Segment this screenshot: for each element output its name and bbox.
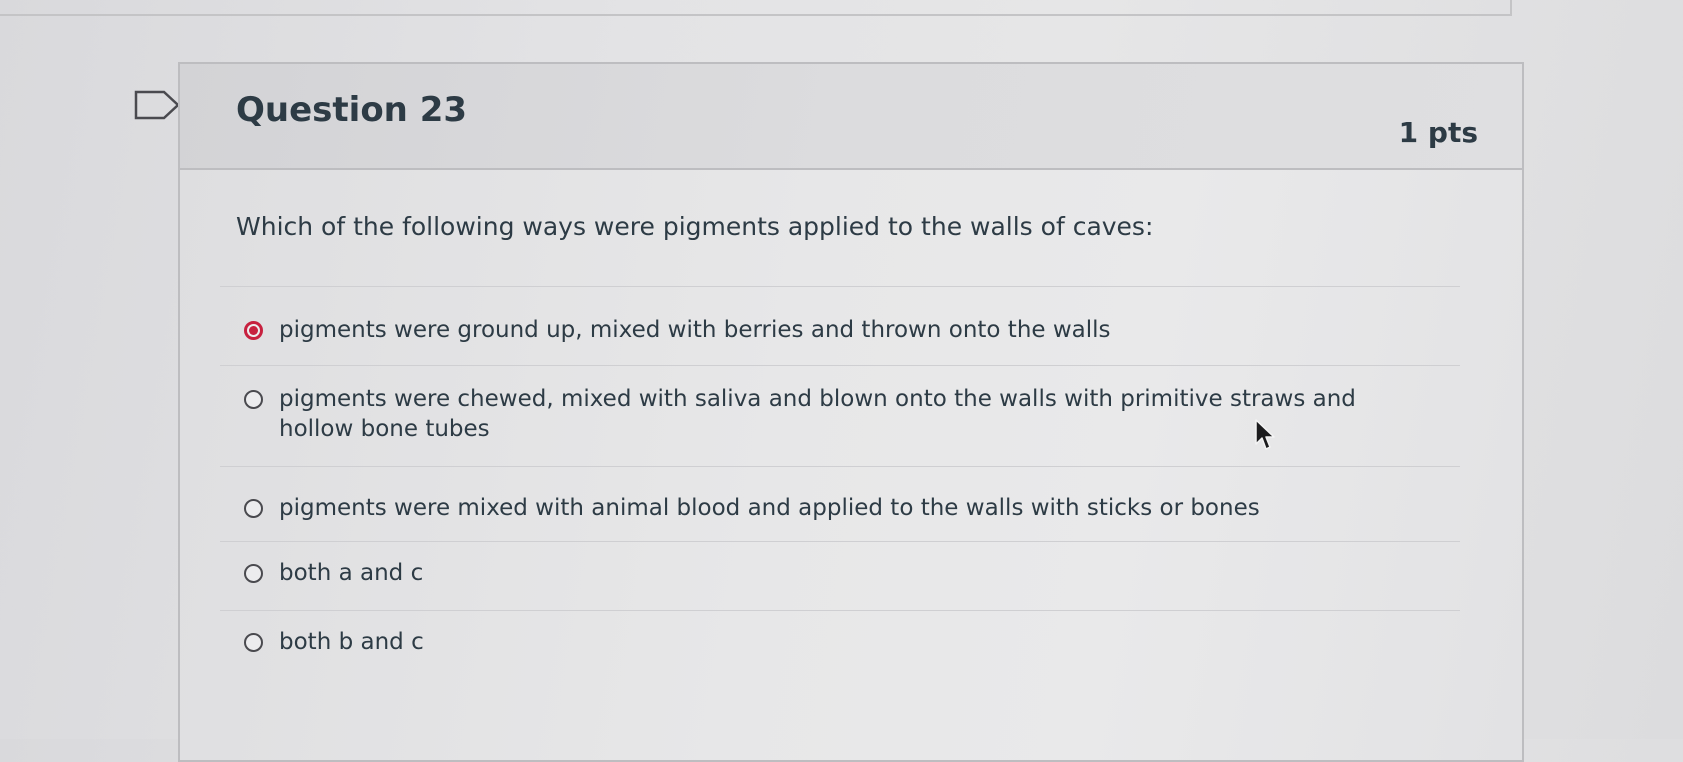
question-points: 1 pts xyxy=(1398,116,1478,149)
question-title: Question 23 xyxy=(236,90,468,130)
answer-option-e[interactable]: both b and c xyxy=(220,611,1460,677)
answer-label-c[interactable]: pigments were mixed with animal blood an… xyxy=(279,493,1260,523)
answer-label-a[interactable]: pigments were ground up, mixed with berr… xyxy=(279,315,1111,345)
answer-radio-d[interactable] xyxy=(244,564,263,583)
answer-list: pigments were ground up, mixed with berr… xyxy=(220,286,1460,677)
answer-radio-a[interactable] xyxy=(244,321,263,340)
answer-radio-b[interactable] xyxy=(244,390,263,409)
question-text: Which of the following ways were pigment… xyxy=(236,212,1154,241)
previous-question-border xyxy=(0,0,1512,16)
answer-label-d[interactable]: both a and c xyxy=(279,558,423,588)
answer-radio-c[interactable] xyxy=(244,499,263,518)
question-header: Question 23 1 pts xyxy=(180,64,1522,170)
answer-option-a[interactable]: pigments were ground up, mixed with berr… xyxy=(220,287,1460,365)
mouse-pointer-icon xyxy=(1255,419,1275,450)
answer-label-e[interactable]: both b and c xyxy=(279,627,424,657)
answer-radio-e[interactable] xyxy=(244,633,263,652)
flag-question-icon[interactable] xyxy=(134,90,180,120)
answer-option-d[interactable]: both a and c xyxy=(220,542,1460,610)
answer-option-c[interactable]: pigments were mixed with animal blood an… xyxy=(220,467,1460,541)
question-card: Question 23 1 pts Which of the following… xyxy=(178,62,1524,762)
